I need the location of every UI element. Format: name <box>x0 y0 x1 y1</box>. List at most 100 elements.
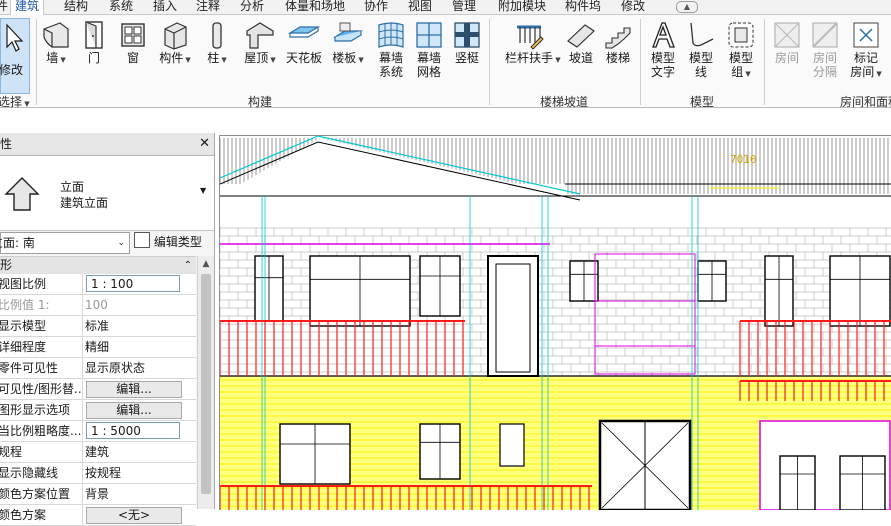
property-value[interactable]: 建筑 <box>85 442 195 462</box>
stair-tool-button[interactable]: 楼梯 <box>598 15 638 66</box>
chevron-down-icon: ⌄ <box>117 238 125 248</box>
close-icon[interactable]: ✕ <box>199 133 210 155</box>
floor-tool-button[interactable]: 楼板 ▼ <box>328 15 368 68</box>
property-row[interactable]: 比例值 1: 100 <box>0 295 196 316</box>
property-row[interactable]: 规程 建筑 <box>0 442 196 463</box>
elevation-arrow-icon <box>4 177 40 211</box>
property-value[interactable]: 精细 <box>85 337 195 357</box>
component-tool-button[interactable]: 构件 ▼ <box>155 15 195 68</box>
ribbon-minimize-icon[interactable]: ▲ <box>676 1 698 13</box>
scroll-up-icon[interactable]: ▲ <box>198 256 214 272</box>
property-name: 显示隐藏线 <box>0 463 83 483</box>
graphics-group-header[interactable]: 图形 ⌃ <box>0 256 196 274</box>
property-name: 图形显示选项 <box>0 400 83 420</box>
ceiling-tool-button[interactable]: 天花板 <box>284 15 324 66</box>
tag-room-icon <box>850 19 882 51</box>
type-dropdown-icon[interactable]: ▼ <box>200 186 206 195</box>
property-row[interactable]: 视图比例 1 : 100 <box>0 274 196 295</box>
tab-view[interactable]: 视图 <box>408 0 432 14</box>
gable-fill <box>220 138 570 196</box>
ramp-icon <box>565 19 597 51</box>
south-elevation-drawing[interactable] <box>220 136 891 510</box>
tab-component-dock[interactable]: 构件坞 <box>565 0 601 14</box>
tag-room-button[interactable]: 标记 房间 ▼ <box>846 15 886 81</box>
component-icon <box>159 19 191 51</box>
ceiling-icon <box>287 19 321 51</box>
modify-label: 修改 <box>0 63 24 77</box>
door-tool-button[interactable]: 门 <box>74 15 114 66</box>
property-edit-button[interactable]: 编辑... <box>86 402 182 419</box>
tab-manage[interactable]: 管理 <box>452 0 476 14</box>
tab-annotate[interactable]: 注释 <box>196 0 220 14</box>
railing-tool-button[interactable]: 栏杆扶手 ▼ <box>505 15 561 68</box>
property-name: 当比例粗略度... <box>0 421 83 441</box>
model-group-label: 模型 <box>690 95 715 109</box>
property-value[interactable]: 标准 <box>85 316 195 336</box>
property-edit-button[interactable]: <无> <box>86 507 182 524</box>
level-label: 7010 <box>730 153 757 166</box>
model-text-button[interactable]: 模型 文字 <box>643 15 683 79</box>
property-value[interactable]: 显示原状态 <box>85 358 195 378</box>
tab-analyze[interactable]: 分析 <box>240 0 264 14</box>
property-row[interactable]: 当比例粗略度... 1 : 5000 <box>0 421 196 442</box>
properties-title: 属性 <box>0 137 13 151</box>
property-rows: 视图比例 1 : 100 比例值 1: 100 显示模型 标准 详细程度 精细 零件可见性 显示原… <box>0 274 196 526</box>
mullion-tool-button[interactable]: 竖梃 <box>447 15 487 66</box>
curtain-grid-button[interactable]: 幕墙 网格 <box>409 15 449 79</box>
tab-collaborate[interactable]: 协作 <box>364 0 388 14</box>
room-separator-icon <box>809 19 841 51</box>
wall-tool-button[interactable]: 墙 ▼ <box>36 15 76 68</box>
property-row[interactable]: 颜色方案位置 背景 <box>0 484 196 505</box>
property-row[interactable]: 显示模型 标准 <box>0 316 196 337</box>
model-line-icon <box>685 19 717 51</box>
property-value[interactable]: 按规程 <box>85 463 195 483</box>
railing-icon <box>513 19 545 51</box>
property-row[interactable]: 图形显示选项 编辑... <box>0 400 196 421</box>
ramp-tool-button[interactable]: 坡道 <box>561 15 601 66</box>
curtain-system-button[interactable]: 幕墙 系统 <box>371 15 411 79</box>
property-row[interactable]: 颜色方案 <无> <box>0 505 196 526</box>
property-value[interactable]: 1 : 100 <box>86 275 180 292</box>
drawing-area[interactable]: 7010 <box>219 135 891 510</box>
collapse-icon[interactable]: ⌃ <box>184 257 192 274</box>
tab-massing-site[interactable]: 体量和场地 <box>285 0 345 14</box>
tab-insert[interactable]: 插入 <box>153 0 177 14</box>
property-row[interactable]: 可见性/图形替... 编辑... <box>0 379 196 400</box>
room-area-group-label: 房间和面积 <box>840 95 891 109</box>
tab-systems[interactable]: 系统 <box>109 0 133 14</box>
property-row[interactable]: 显示隐藏线 按规程 <box>0 463 196 484</box>
tab-file[interactable]: 件 <box>0 0 8 14</box>
tab-addins[interactable]: 附加模块 <box>498 0 546 14</box>
property-name: 可见性/图形替... <box>0 379 83 399</box>
property-value[interactable]: 1 : 5000 <box>86 422 180 439</box>
column-icon <box>201 19 233 51</box>
property-name: 颜色方案 <box>0 505 83 525</box>
properties-title-bar: 属性 ✕ <box>0 133 214 156</box>
column-tool-button[interactable]: 柱 ▼ <box>197 15 237 68</box>
model-group-button[interactable]: 模型 组 ▼ <box>721 15 761 81</box>
circulation-group-label: 楼梯坡道 <box>540 95 589 109</box>
modify-button[interactable]: 修改 <box>0 18 30 94</box>
tab-structure[interactable]: 结构 <box>64 0 88 14</box>
properties-scrollbar[interactable]: ▲ <box>197 256 214 509</box>
room-icon <box>771 19 803 51</box>
scroll-thumb[interactable] <box>201 274 211 494</box>
property-edit-button[interactable]: 编辑... <box>86 381 182 398</box>
property-name: 颜色方案位置 <box>0 484 83 504</box>
property-row[interactable]: 零件可见性 显示原状态 <box>0 358 196 379</box>
model-text-icon <box>647 19 679 51</box>
property-name: 比例值 1: <box>0 295 83 315</box>
window-tool-button[interactable]: 窗 <box>113 15 153 66</box>
model-line-button[interactable]: 模型 线 <box>681 15 721 79</box>
tab-architecture[interactable]: 建筑 <box>10 0 45 15</box>
type-selector[interactable]: 立面 建筑立面 ▼ <box>0 156 214 231</box>
property-name: 显示模型 <box>0 316 83 336</box>
edit-type-button[interactable]: 编辑类型 <box>134 232 202 252</box>
instance-filter-select[interactable]: 立面: 南 ⌄ <box>0 232 130 254</box>
select-group-label[interactable]: 选择 ▼ <box>0 93 30 110</box>
property-name: 零件可见性 <box>0 358 83 378</box>
tab-modify[interactable]: 修改 <box>621 0 645 14</box>
property-value[interactable]: 背景 <box>85 484 195 504</box>
property-row[interactable]: 详细程度 精细 <box>0 337 196 358</box>
roof-tool-button[interactable]: 屋顶 ▼ <box>240 15 280 68</box>
